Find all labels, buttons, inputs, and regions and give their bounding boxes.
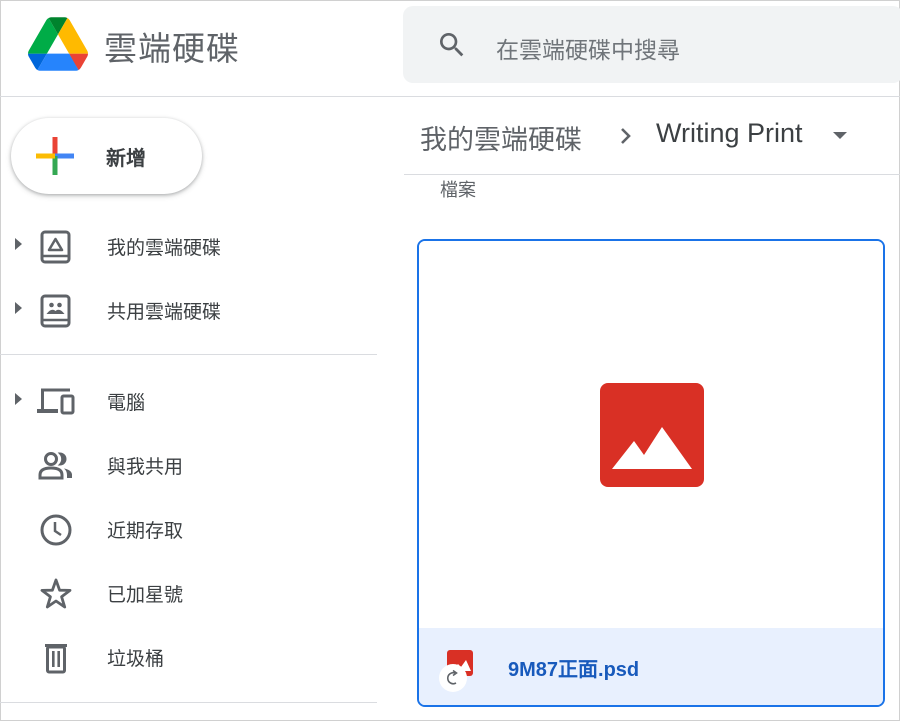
computers-icon <box>37 388 75 415</box>
sidebar-item-shared-with-me[interactable]: 與我共用 <box>0 440 378 490</box>
new-button-label: 新增 <box>106 146 146 170</box>
shared-drives-icon <box>40 294 71 328</box>
drive-logo-icon[interactable] <box>28 17 88 71</box>
trash-icon <box>45 644 67 674</box>
sidebar-item-label: 已加星號 <box>107 584 184 606</box>
breadcrumb-my-drive[interactable]: 我的雲端硬碟 <box>420 118 582 157</box>
expand-arrow-icon[interactable] <box>15 393 22 405</box>
chevron-right-icon <box>621 128 631 144</box>
sidebar-item-label: 近期存取 <box>107 520 184 542</box>
image-placeholder-icon <box>600 383 704 487</box>
file-thumbnail[interactable] <box>419 241 883 628</box>
search-icon[interactable] <box>436 29 468 61</box>
star-icon <box>40 578 72 609</box>
sidebar-item-label: 我的雲端硬碟 <box>107 237 222 259</box>
plus-icon <box>36 137 74 175</box>
clock-icon <box>40 514 72 546</box>
file-card[interactable]: 9M87正面.psd <box>417 239 885 707</box>
main-divider <box>404 174 900 175</box>
files-section-label: 檔案 <box>440 180 476 201</box>
caret-down-icon[interactable] <box>833 132 847 139</box>
sidebar-item-label: 垃圾桶 <box>107 648 165 670</box>
file-name[interactable]: 9M87正面.psd <box>508 653 639 682</box>
search-placeholder: 在雲端硬碟中搜尋 <box>496 38 680 64</box>
sidebar-divider <box>0 702 377 703</box>
sidebar-item-recent[interactable]: 近期存取 <box>0 504 378 554</box>
file-info-bar[interactable]: 9M87正面.psd <box>419 628 883 705</box>
sidebar-item-label: 共用雲端硬碟 <box>107 301 222 323</box>
search-input[interactable]: 在雲端硬碟中搜尋 <box>403 6 900 83</box>
sidebar-divider <box>0 354 377 355</box>
sidebar-item-starred[interactable]: 已加星號 <box>0 568 378 618</box>
shortcut-badge-icon <box>439 664 467 692</box>
shared-with-me-icon <box>38 452 72 480</box>
my-drive-icon <box>40 230 71 264</box>
sidebar-item-my-drive[interactable]: 我的雲端硬碟 <box>0 221 378 271</box>
breadcrumb-current-folder[interactable]: Writing Print <box>656 118 803 149</box>
sidebar-item-computers[interactable]: 電腦 <box>0 376 378 426</box>
sidebar-item-shared-drives[interactable]: 共用雲端硬碟 <box>0 285 378 335</box>
sidebar-item-label: 與我共用 <box>107 456 184 478</box>
app-title: 雲端硬碟 <box>104 29 240 68</box>
top-bar: 雲端硬碟 在雲端硬碟中搜尋 <box>0 0 900 97</box>
sidebar-item-trash[interactable]: 垃圾桶 <box>0 632 378 682</box>
expand-arrow-icon[interactable] <box>15 238 22 250</box>
expand-arrow-icon[interactable] <box>15 302 22 314</box>
new-button[interactable]: 新增 <box>11 118 202 194</box>
sidebar-item-label: 電腦 <box>107 392 146 414</box>
